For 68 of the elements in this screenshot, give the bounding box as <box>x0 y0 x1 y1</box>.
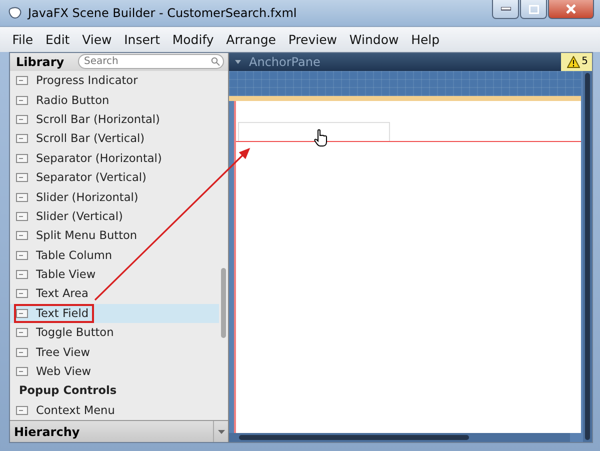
library-item[interactable]: Separator (Vertical) <box>10 168 219 188</box>
scrollbar-thumb[interactable] <box>239 435 469 440</box>
component-icon <box>16 172 28 184</box>
component-icon <box>16 250 28 261</box>
library-item[interactable]: Web View <box>10 362 219 382</box>
maximize-icon <box>528 4 538 14</box>
annotation-box: Text Field <box>14 304 94 323</box>
menu-item[interactable]: Help <box>404 30 446 49</box>
library-item[interactable]: Scroll Bar (Vertical) <box>10 129 219 149</box>
component-icon <box>16 366 28 378</box>
menu-item[interactable]: Insert <box>118 30 166 49</box>
component-icon <box>16 152 28 164</box>
minimize-icon <box>500 7 510 11</box>
library-item[interactable]: Slider (Horizontal) <box>10 187 219 207</box>
library-item[interactable]: Table Column <box>10 245 219 265</box>
minimize-button[interactable] <box>492 0 519 19</box>
dropdown-button[interactable] <box>213 421 228 442</box>
hierarchy-title: Hierarchy <box>14 424 81 438</box>
maximize-button[interactable] <box>520 0 547 19</box>
library-item[interactable]: Slider (Vertical) <box>10 206 219 226</box>
search-field[interactable]: Search <box>78 54 224 70</box>
library-item[interactable]: Separator (Horizontal) <box>10 148 219 168</box>
menu-item[interactable]: Preview <box>282 30 344 49</box>
library-item[interactable]: Table View <box>10 264 219 284</box>
library-item[interactable]: Toggle Button <box>10 323 219 342</box>
library-item[interactable]: Scroll Bar (Horizontal) <box>10 110 219 130</box>
menu-item[interactable]: File <box>6 30 40 49</box>
menu-item[interactable]: Arrange <box>220 30 282 49</box>
library-title: Library <box>16 54 66 69</box>
library-item[interactable]: Split Menu Button <box>10 226 219 246</box>
component-icon <box>16 308 28 319</box>
component-icon <box>16 210 28 222</box>
component-icon <box>16 94 28 106</box>
search-icon <box>211 57 220 66</box>
hand-cursor-icon <box>314 128 328 147</box>
menu-item[interactable]: Edit <box>39 30 76 49</box>
caret-icon[interactable] <box>235 60 241 64</box>
component-icon <box>16 230 28 242</box>
library-item[interactable]: Context Menu <box>10 400 219 420</box>
component-icon <box>16 327 28 338</box>
scrollbar-thumb[interactable] <box>585 72 590 440</box>
warning-icon <box>566 56 580 68</box>
warning-badge[interactable]: 5 <box>560 52 592 71</box>
menu-item[interactable]: View <box>76 30 118 49</box>
app-icon <box>8 6 22 20</box>
component-icon <box>16 114 28 125</box>
window-title: JavaFX Scene Builder - CustomerSearch.fxml <box>28 6 298 20</box>
component-icon <box>16 133 28 144</box>
close-button[interactable] <box>548 0 594 19</box>
section-header: Popup Controls <box>18 384 117 398</box>
component-icon <box>16 269 28 280</box>
menu-item[interactable]: Window <box>343 30 405 49</box>
library-item[interactable]: Text Area <box>10 284 219 304</box>
library-item[interactable]: Radio Button <box>10 90 219 110</box>
component-icon <box>16 192 28 202</box>
component-icon <box>16 288 28 300</box>
component-icon <box>16 404 28 416</box>
menu-item[interactable]: Modify <box>166 30 220 49</box>
library-item[interactable]: Tree View <box>10 342 219 362</box>
caret-icon <box>218 430 224 434</box>
breadcrumb-path[interactable]: AnchorPane <box>249 54 553 69</box>
text-field-outline[interactable] <box>238 122 390 142</box>
close-icon <box>566 4 576 14</box>
library-item[interactable]: Progress Indicator <box>10 70 219 90</box>
library-item[interactable]: Text Field <box>10 304 219 324</box>
component-icon <box>16 75 28 86</box>
component-icon <box>16 346 28 358</box>
scrollbar-thumb[interactable] <box>221 268 226 338</box>
